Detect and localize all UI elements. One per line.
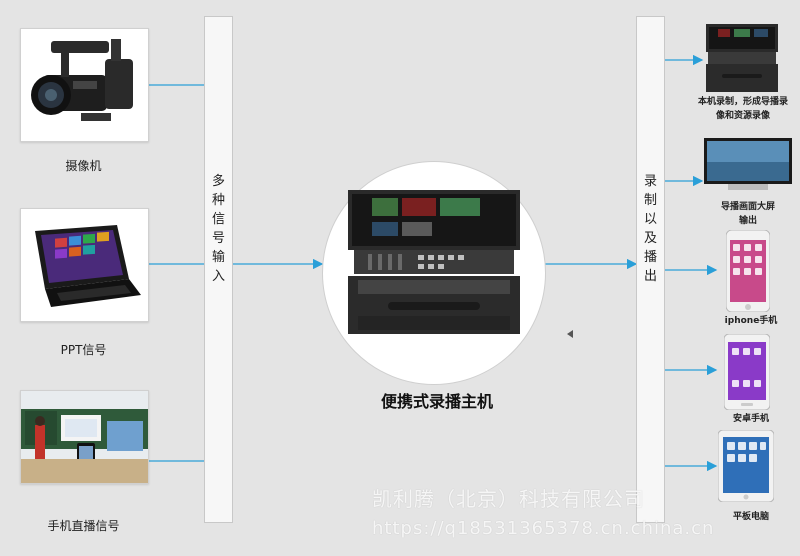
screen-output-label: 导播画面大屏 输出 bbox=[700, 200, 796, 228]
video-camera-icon bbox=[31, 39, 133, 121]
input-bar-text: 多 种 信 号 输 入 bbox=[204, 172, 233, 286]
screen-output-label-line2: 输出 bbox=[738, 216, 757, 226]
output-bar-char: 录 bbox=[643, 174, 657, 189]
android-phone-icon bbox=[724, 334, 770, 410]
phone-live-label: 手机直播信号 bbox=[47, 519, 120, 533]
screen-output-label-line1: 导播画面大屏 bbox=[720, 202, 775, 212]
output-bar-char: 及 bbox=[643, 231, 657, 246]
input-bar-char: 信 bbox=[211, 212, 225, 227]
phone-live-card bbox=[20, 390, 149, 484]
ppt-card bbox=[20, 208, 149, 322]
recorder-output-label: 本机录制，形成导播录 像和资源录像 bbox=[686, 95, 800, 123]
watermark-url: https://q18531365378.cn.china.cn bbox=[372, 518, 715, 539]
camera-label: 摄像机 bbox=[65, 159, 102, 173]
output-bar-char: 出 bbox=[643, 269, 657, 284]
input-bar-char: 输 bbox=[211, 250, 225, 265]
input-bar-char: 种 bbox=[211, 193, 225, 208]
output-bar-char: 制 bbox=[643, 193, 657, 208]
output-bar-char: 播 bbox=[643, 250, 657, 265]
output-bar-char: 以 bbox=[643, 212, 657, 227]
input-bar-char: 入 bbox=[211, 269, 225, 284]
classroom-photo bbox=[21, 391, 148, 483]
ppt-label: PPT信号 bbox=[60, 343, 107, 357]
iphone-icon bbox=[726, 230, 770, 312]
monitor-icon bbox=[704, 138, 792, 190]
laptop-icon bbox=[35, 225, 141, 307]
tablet-icon bbox=[718, 430, 774, 502]
camera-card bbox=[20, 28, 149, 142]
input-bar-char: 号 bbox=[211, 231, 225, 246]
recorder-device-icon bbox=[348, 190, 520, 334]
output-bar-text: 录 制 以 及 播 出 bbox=[636, 172, 665, 286]
watermark-company: 凯利腾（北京）科技有限公司 bbox=[372, 487, 645, 511]
recorder-output-label-line2: 像和资源录像 bbox=[715, 111, 770, 121]
iphone-label: iphone手机 bbox=[724, 316, 778, 326]
input-bar-char: 多 bbox=[211, 174, 225, 189]
recorder-output-label-line1: 本机录制，形成导播录 bbox=[697, 97, 788, 107]
cursor-mark bbox=[567, 330, 573, 338]
host-label: 便携式录播主机 bbox=[380, 392, 493, 411]
android-label: 安卓手机 bbox=[732, 414, 769, 424]
tablet-label: 平板电脑 bbox=[732, 512, 769, 522]
recorder-output-icon bbox=[706, 24, 778, 92]
